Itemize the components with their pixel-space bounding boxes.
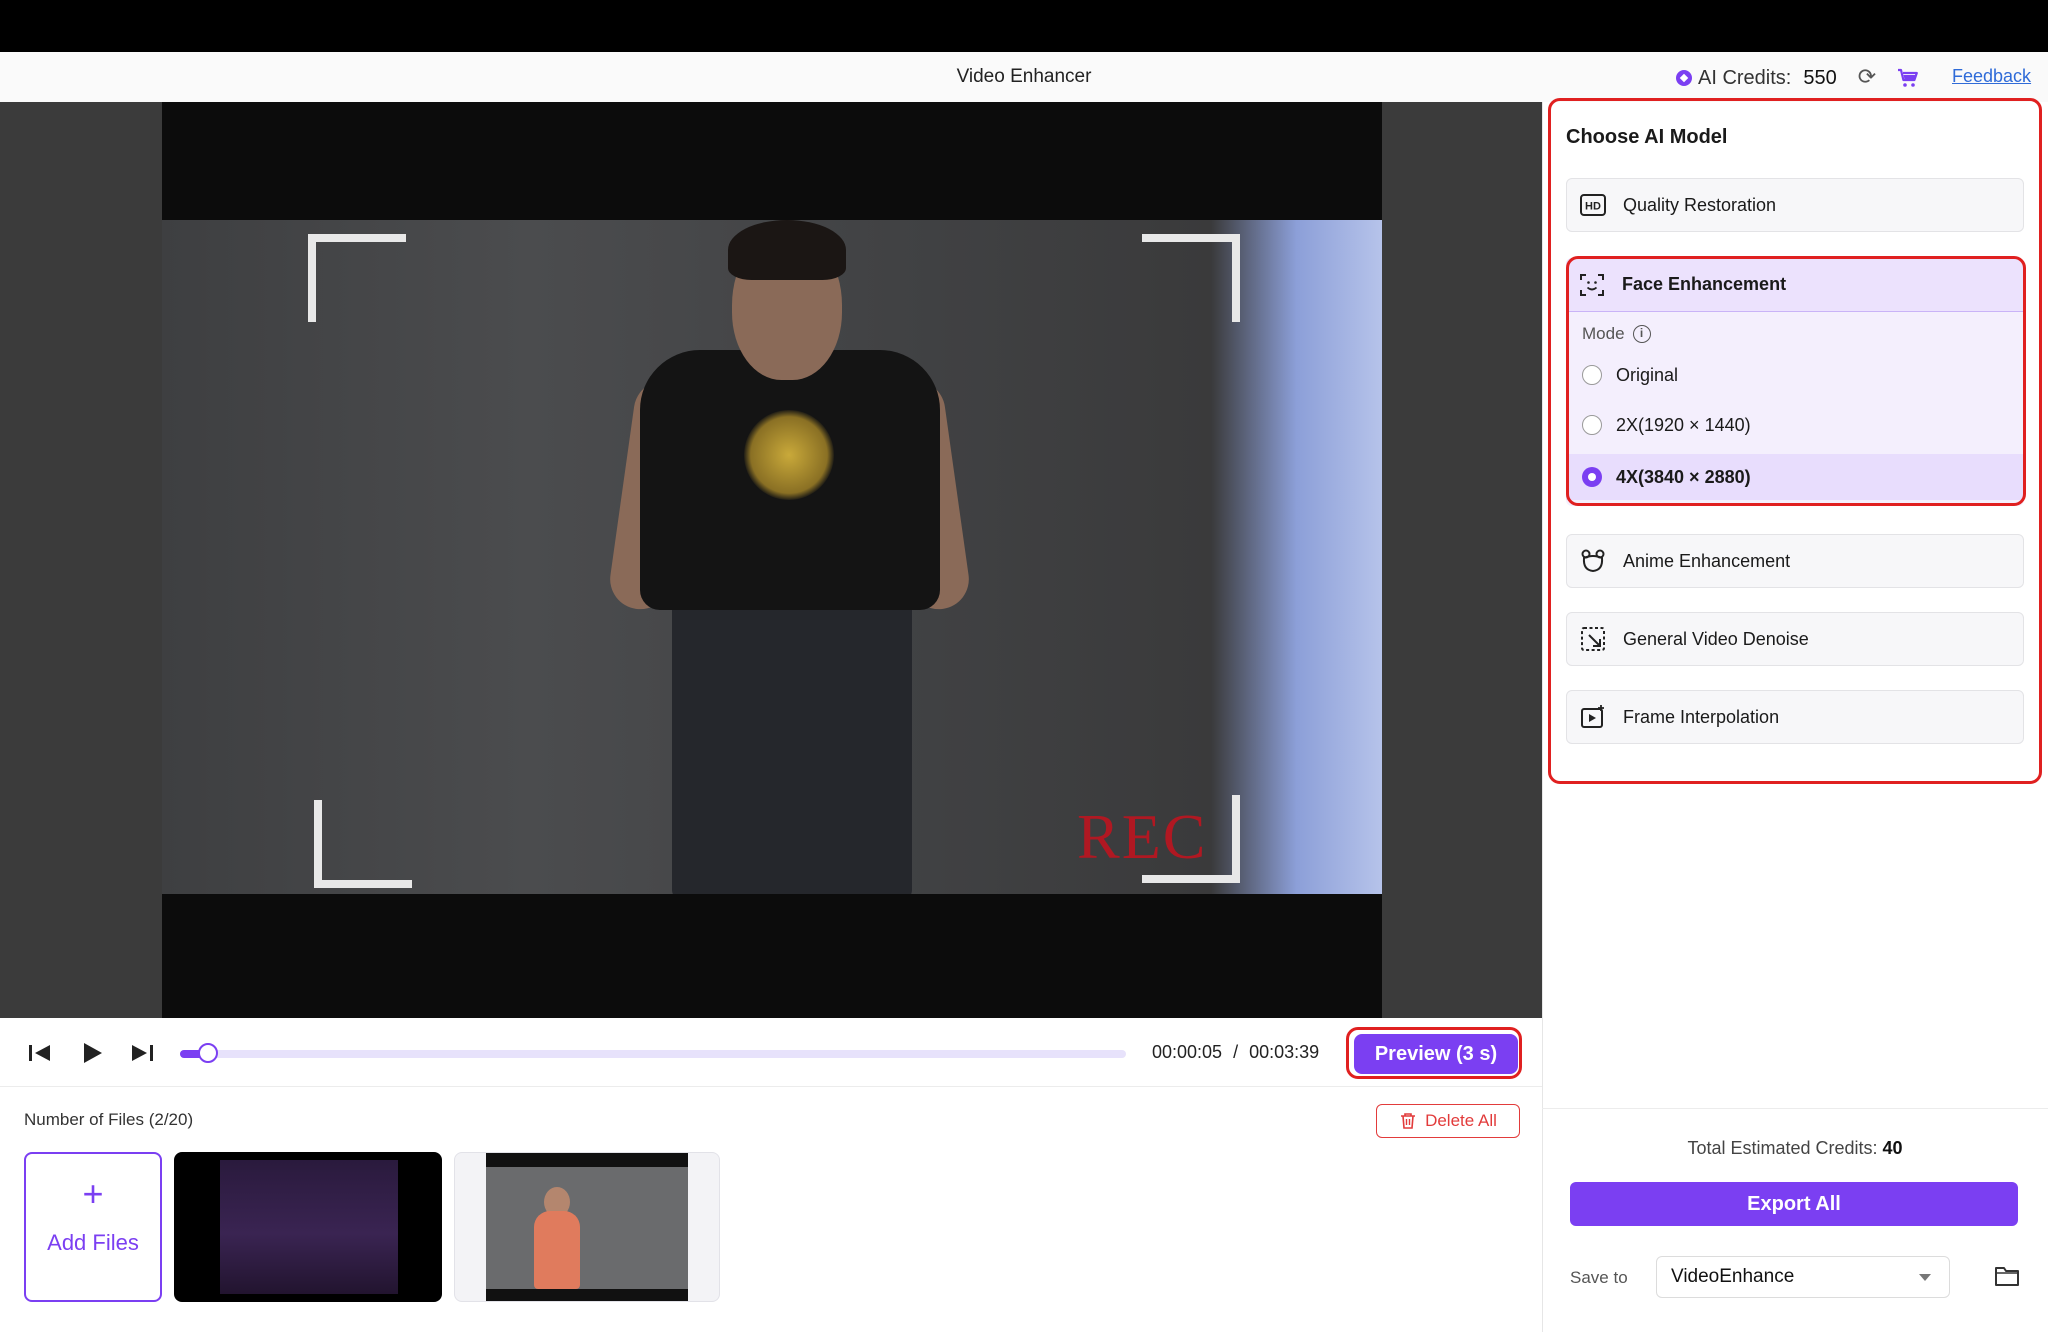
- model-label: General Video Denoise: [1623, 628, 1809, 649]
- delete-all-label: Delete All: [1425, 1111, 1497, 1130]
- chevron-down-icon: [1919, 1274, 1931, 1281]
- thumbnail-image: [486, 1153, 688, 1301]
- rec-overlay: REC: [1077, 801, 1208, 872]
- preview-button[interactable]: Preview (3 s): [1354, 1034, 1518, 1074]
- person-legs: [672, 600, 912, 894]
- window-top-bar: [0, 0, 2048, 52]
- viewfinder-corner-bl: [314, 800, 412, 888]
- current-time: 00:00:05: [1152, 1042, 1223, 1062]
- ai-credits-icon: [1676, 70, 1692, 86]
- save-location-value: VideoEnhance: [1671, 1266, 1795, 1287]
- progress-handle[interactable]: [198, 1043, 219, 1063]
- ai-credits-value: 550: [1803, 66, 1837, 89]
- plus-icon: +: [82, 1173, 104, 1214]
- anime-bear-icon: [1579, 547, 1607, 575]
- model-general-video-denoise[interactable]: General Video Denoise: [1566, 612, 2024, 666]
- thumbnail-scene: [486, 1167, 688, 1289]
- model-label: Quality Restoration: [1623, 194, 1777, 215]
- add-files-label: Add Files: [47, 1230, 139, 1255]
- thumbnail-person: [534, 1211, 580, 1289]
- playback-controls: 00:00:05 / 00:03:39 Preview (3 s): [0, 1018, 1542, 1087]
- play-icon[interactable]: [80, 1042, 106, 1064]
- refresh-icon[interactable]: ⟳: [1854, 64, 1880, 90]
- svg-text:HD: HD: [1585, 201, 1601, 213]
- sidebar-divider: [1542, 1108, 2048, 1109]
- face-enhancement-highlight: [1566, 256, 2026, 506]
- next-frame-icon[interactable]: [128, 1042, 154, 1064]
- estimated-credits: Total Estimated Credits: 40: [1542, 1138, 2048, 1159]
- ai-credits: AI Credits: 550: [1676, 64, 1837, 92]
- estimated-credits-value: 40: [1882, 1138, 1903, 1158]
- total-time: 00:03:39: [1249, 1042, 1320, 1062]
- viewfinder-corner-tl: [308, 234, 406, 322]
- trash-icon: [1401, 1113, 1416, 1129]
- ai-credits-label: AI Credits:: [1698, 66, 1792, 89]
- hd-icon: HD: [1579, 191, 1607, 219]
- time-separator: /: [1233, 1042, 1239, 1062]
- progress-bar[interactable]: [180, 1043, 1126, 1063]
- previous-frame-icon[interactable]: [28, 1042, 54, 1064]
- estimated-credits-label: Total Estimated Credits:: [1687, 1138, 1878, 1158]
- denoise-icon: [1579, 625, 1607, 653]
- model-label: Anime Enhancement: [1623, 550, 1791, 571]
- model-anime-enhancement[interactable]: Anime Enhancement: [1566, 534, 2024, 588]
- title-bar: Video Enhancer AI Credits: 550 ⟳ Feedbac…: [0, 52, 2048, 103]
- cart-icon[interactable]: [1896, 66, 1920, 90]
- file-count: Number of Files (2/20): [24, 1110, 194, 1129]
- file-thumbnail[interactable]: [454, 1152, 720, 1302]
- time-display: 00:00:05 / 00:03:39: [1152, 1042, 1319, 1063]
- model-frame-interpolation[interactable]: Frame Interpolation: [1566, 690, 2024, 744]
- file-thumbnail[interactable]: [174, 1152, 442, 1302]
- export-all-button[interactable]: Export All: [1570, 1182, 2018, 1226]
- person-hair: [728, 220, 846, 280]
- feedback-link[interactable]: Feedback: [1952, 66, 2031, 87]
- viewfinder-corner-tr: [1142, 234, 1240, 322]
- add-files-button[interactable]: + Add Files: [24, 1152, 162, 1302]
- frame-interpolation-icon: [1579, 703, 1607, 731]
- delete-all-button[interactable]: Delete All: [1376, 1104, 1520, 1138]
- model-label: Frame Interpolation: [1623, 706, 1780, 727]
- save-to-label: Save to: [1570, 1268, 1628, 1287]
- choose-model-title: Choose AI Model: [1566, 126, 1728, 148]
- video-content: REC: [162, 220, 1382, 894]
- thumbnail-image: [220, 1160, 398, 1294]
- model-quality-restoration[interactable]: HD Quality Restoration: [1566, 178, 2024, 232]
- save-location-select[interactable]: VideoEnhance: [1656, 1256, 1950, 1298]
- folder-icon[interactable]: [1994, 1264, 2020, 1288]
- shirt-emblem: [744, 410, 834, 500]
